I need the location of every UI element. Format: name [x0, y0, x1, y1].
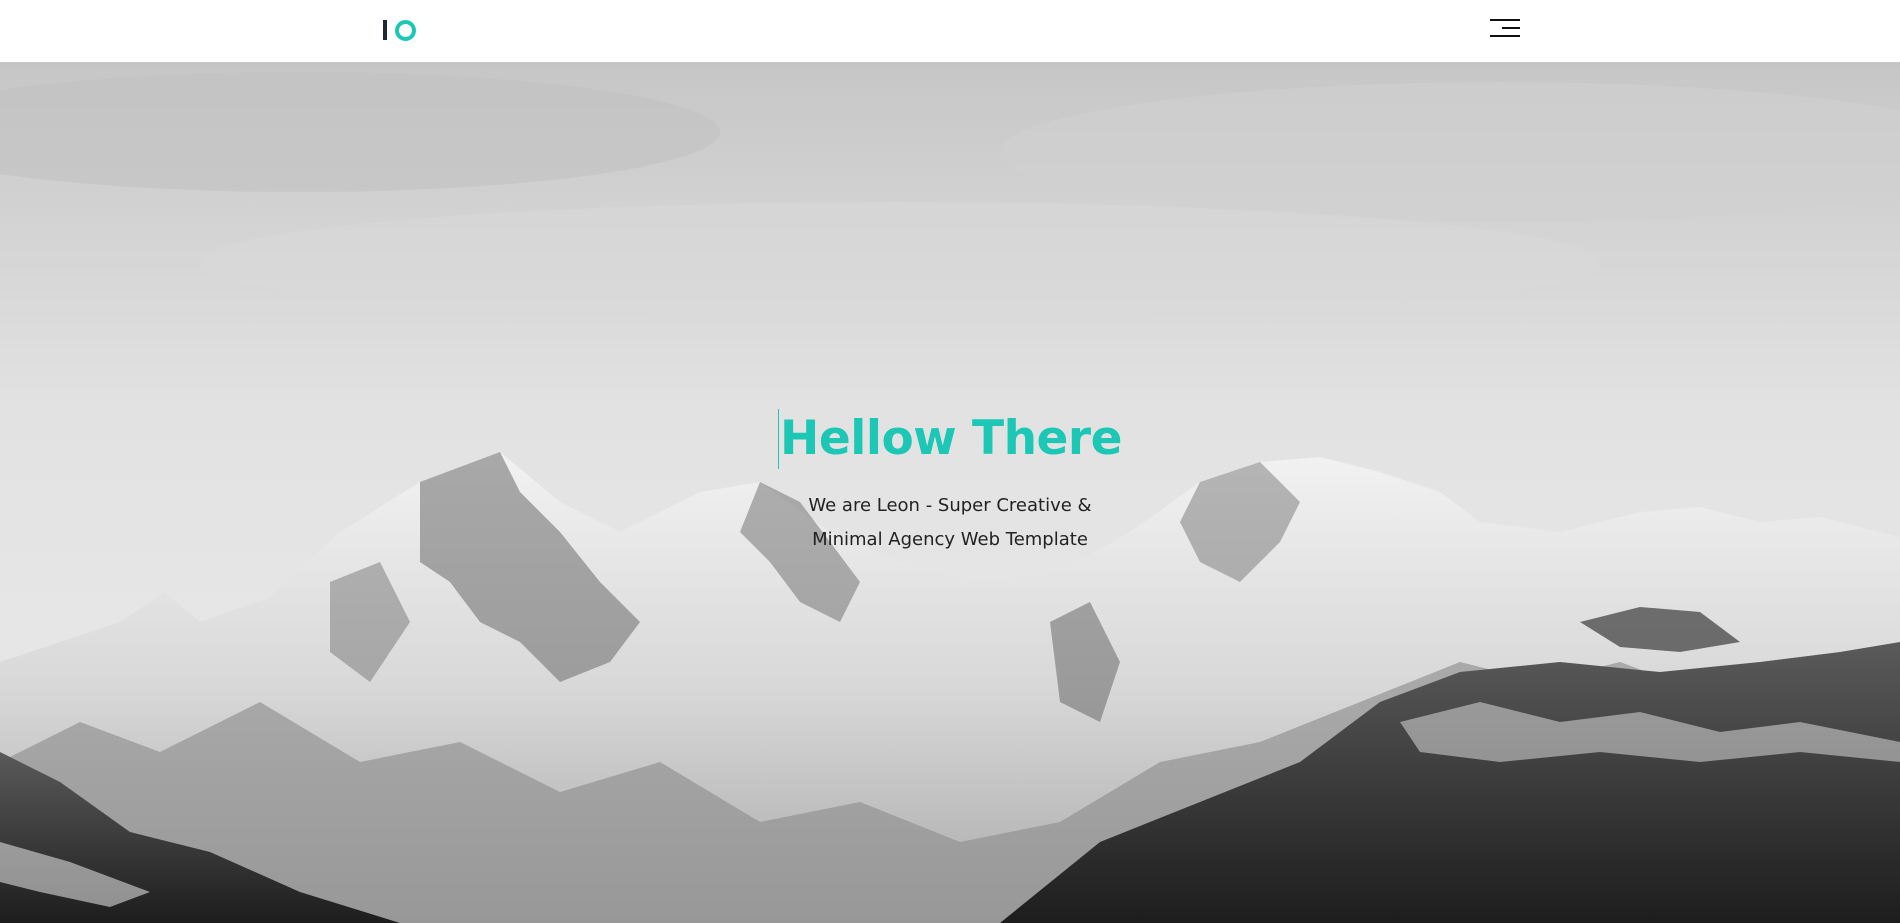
menu-line-bottom: [1490, 35, 1520, 37]
menu-line-top: [1490, 19, 1520, 21]
site-logo[interactable]: [383, 18, 419, 42]
hero-title: Hellow There: [778, 407, 1122, 471]
typing-cursor: [778, 409, 780, 469]
hamburger-menu-icon[interactable]: [1490, 17, 1524, 41]
navbar: [0, 0, 1900, 62]
logo-bar-mark: [383, 20, 387, 40]
hero-section: Hellow There We are Leon - Super Creativ…: [0, 62, 1900, 923]
menu-line-middle: [1502, 27, 1520, 29]
hero-title-text: Hellow There: [780, 411, 1122, 466]
hero-content: Hellow There We are Leon - Super Creativ…: [0, 407, 1900, 557]
hero-subtitle: We are Leon - Super Creative & Minimal A…: [808, 495, 1092, 550]
logo-mark-icon: [395, 19, 416, 41]
